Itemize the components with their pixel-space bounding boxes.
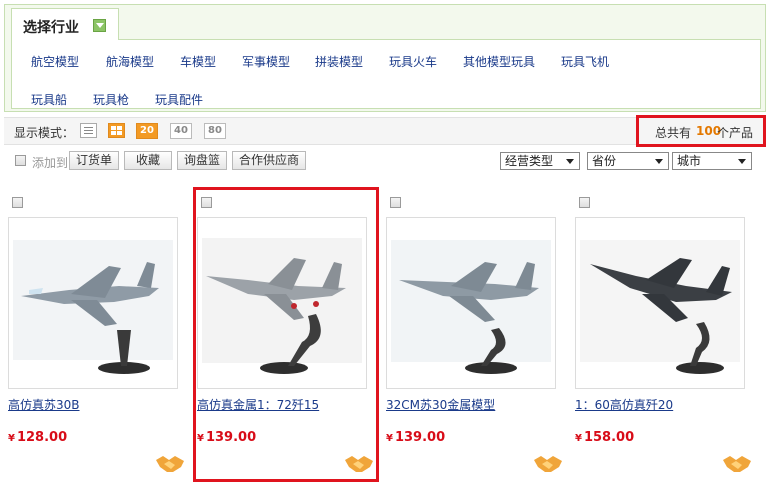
business-type-value: 经营类型	[505, 154, 554, 168]
category-link[interactable]: 其他模型玩具	[463, 53, 535, 70]
page-size-40[interactable]: 40	[170, 123, 192, 139]
list-view-icon[interactable]	[80, 123, 97, 138]
partner-supplier-button[interactable]: 合作供应商	[232, 151, 306, 170]
highlighted-product-frame	[193, 187, 379, 482]
handshake-icon[interactable]	[155, 452, 185, 474]
city-value: 城市	[677, 154, 702, 168]
product-name-link[interactable]: 1：60高仿真歼20	[575, 396, 673, 413]
price-value: 158.00	[583, 430, 635, 445]
total-products-count: 总共有 100 个产品	[636, 115, 766, 147]
category-link[interactable]: 玩具飞机	[561, 53, 609, 70]
product-name-link[interactable]: 高仿真苏30B	[8, 396, 80, 413]
jet-model-image	[391, 240, 551, 374]
product-checkbox[interactable]	[579, 197, 590, 208]
currency-symbol: ¥	[386, 433, 393, 444]
category-link[interactable]: 玩具枪	[93, 91, 129, 108]
chevron-down-icon	[655, 159, 663, 164]
order-list-button[interactable]: 订货单	[69, 151, 119, 170]
category-link[interactable]: 车模型	[180, 53, 216, 70]
industry-panel: 选择行业 航空模型 航海模型 车模型 军事模型 拼装模型 玩具火车 其他模型玩具…	[4, 4, 766, 112]
currency-symbol: ¥	[575, 433, 582, 444]
category-link[interactable]: 军事模型	[242, 53, 290, 70]
grid-view-icon[interactable]	[108, 123, 125, 138]
jet-model-image	[13, 240, 173, 374]
industry-category-list: 航空模型 航海模型 车模型 军事模型 拼装模型 玩具火车 其他模型玩具 玩具飞机…	[11, 39, 761, 109]
category-link[interactable]: 玩具配件	[155, 91, 203, 108]
category-link[interactable]: 玩具火车	[389, 53, 437, 70]
page-size-80[interactable]: 80	[204, 123, 226, 139]
product-price: ¥158.00	[575, 430, 634, 445]
product-name-link[interactable]: 32CM苏30金属模型	[386, 396, 495, 413]
product-price: ¥128.00	[8, 430, 67, 445]
select-all-checkbox[interactable]	[15, 155, 26, 166]
product-checkbox[interactable]	[390, 197, 401, 208]
chevron-down-icon[interactable]	[93, 19, 106, 32]
product-checkbox[interactable]	[12, 197, 23, 208]
category-link[interactable]: 玩具船	[31, 91, 67, 108]
display-mode-label: 显示模式：	[14, 126, 75, 140]
product-card: 1：60高仿真歼20 ¥158.00	[575, 188, 755, 484]
product-image-link[interactable]	[8, 217, 178, 389]
total-suffix: 个产品	[717, 126, 754, 140]
currency-symbol: ¥	[8, 433, 15, 444]
total-prefix: 总共有	[655, 126, 692, 140]
business-type-select[interactable]: 经营类型	[500, 152, 580, 170]
chevron-down-icon	[738, 159, 746, 164]
product-image-link[interactable]	[386, 217, 556, 389]
product-image-link[interactable]	[575, 217, 745, 389]
category-link[interactable]: 航空模型	[31, 53, 79, 70]
price-value: 128.00	[16, 430, 68, 445]
province-select[interactable]: 省份	[587, 152, 669, 170]
product-price: ¥139.00	[386, 430, 445, 445]
jet-model-image	[580, 240, 740, 374]
chevron-down-icon	[566, 159, 574, 164]
handshake-icon[interactable]	[722, 452, 752, 474]
favorite-button[interactable]: 收藏	[124, 151, 172, 170]
industry-tab[interactable]: 选择行业	[11, 8, 119, 40]
category-link[interactable]: 拼装模型	[315, 53, 363, 70]
province-value: 省份	[592, 154, 617, 168]
page-size-20[interactable]: 20	[136, 123, 158, 139]
city-select[interactable]: 城市	[672, 152, 752, 170]
price-value: 139.00	[394, 430, 446, 445]
product-card: 32CM苏30金属模型 ¥139.00	[386, 188, 566, 484]
category-link[interactable]: 航海模型	[106, 53, 154, 70]
add-to-label: 添加到	[32, 156, 69, 170]
inquiry-basket-button[interactable]: 询盘篮	[177, 151, 227, 170]
product-card: 高仿真苏30B ¥128.00	[8, 188, 188, 484]
industry-tab-title: 选择行业	[23, 20, 79, 36]
action-bar: 添加到 订货单 收藏 询盘篮 合作供应商 经营类型 省份 城市	[4, 150, 766, 172]
handshake-icon[interactable]	[533, 452, 563, 474]
